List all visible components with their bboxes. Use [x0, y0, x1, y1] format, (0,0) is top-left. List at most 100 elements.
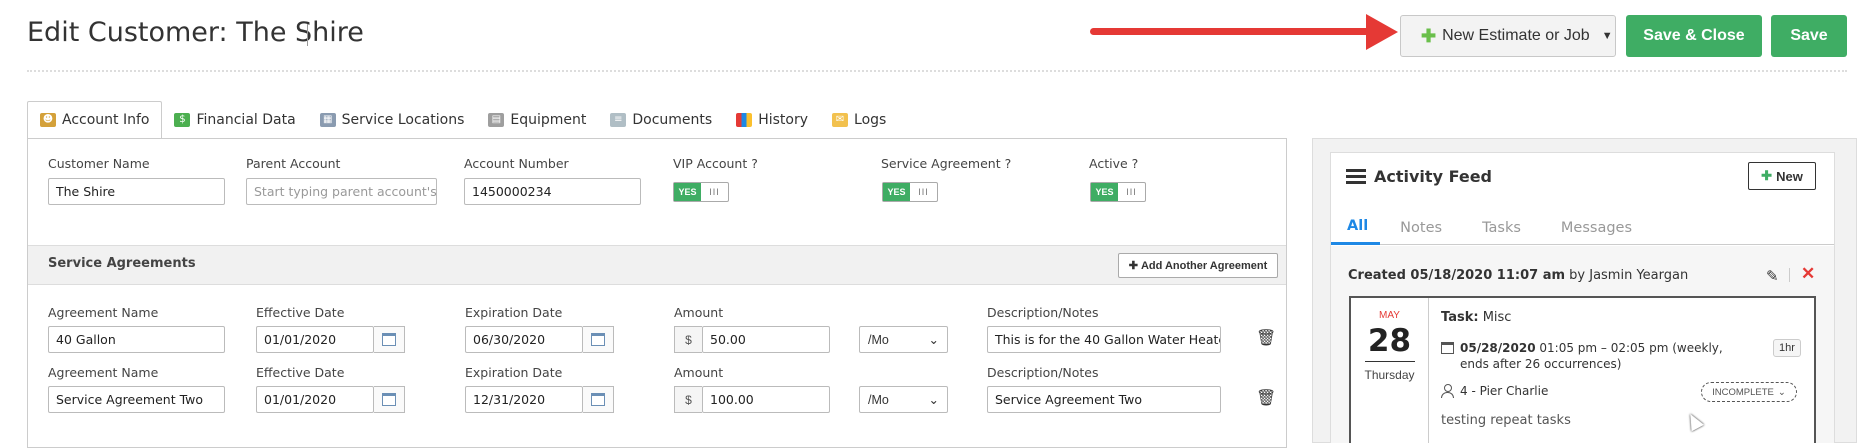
period-value: /Mo	[868, 392, 889, 407]
description-label: Description/Notes	[987, 365, 1099, 380]
calendar-button[interactable]	[583, 326, 614, 353]
calendar-button[interactable]	[374, 326, 405, 353]
task-type: Misc	[1482, 310, 1512, 325]
expiration-date-input[interactable]: 12/31/2020	[465, 386, 583, 413]
effective-date-input[interactable]: 01/01/2020	[256, 386, 374, 413]
task-month: MAY	[1379, 310, 1400, 321]
calendar-icon	[591, 393, 605, 406]
pencil-icon[interactable]: ✎	[1766, 267, 1779, 285]
service-agreements-header	[28, 245, 1286, 285]
calendar-icon	[382, 393, 396, 406]
toggle-knob: III	[1126, 187, 1137, 197]
description-label: Description/Notes	[987, 305, 1099, 320]
task-type-line: Task: Misc	[1441, 310, 1511, 325]
tab-documents[interactable]: ≡ Documents	[598, 101, 724, 139]
money-icon: $	[174, 113, 191, 127]
tab-history[interactable]: History	[724, 101, 820, 139]
close-icon[interactable]: ✕	[1801, 264, 1815, 284]
tab-label: Logs	[854, 112, 887, 128]
task-label: Task:	[1441, 310, 1479, 325]
annotation-arrow-shaft	[1090, 28, 1380, 35]
calendar-button[interactable]	[583, 386, 614, 413]
calendar-icon	[1441, 342, 1454, 354]
effective-date-label: Effective Date	[256, 305, 345, 320]
tab-logs[interactable]: ✉ Logs	[820, 101, 898, 139]
task-description: testing repeat tasks	[1441, 413, 1571, 428]
header-divider	[27, 70, 1847, 72]
tab-financial-data[interactable]: $ Financial Data	[162, 101, 307, 139]
account-number-input[interactable]: 1450000234	[464, 178, 641, 205]
feed-tab-all[interactable]: All	[1331, 210, 1381, 245]
tab-equipment[interactable]: ▤ Equipment	[476, 101, 598, 139]
action-separator	[1789, 268, 1790, 282]
description-input[interactable]: This is for the 40 Gallon Water Heater E…	[987, 326, 1221, 353]
tab-account-info[interactable]: ☻ Account Info	[27, 101, 163, 139]
created-by: by Jasmin Yeargan	[1569, 268, 1689, 283]
schedule-date: 05/28/2020	[1460, 341, 1536, 355]
date-underline	[1364, 361, 1415, 362]
amount-label: Amount	[674, 365, 724, 380]
calendar-button[interactable]	[374, 386, 405, 413]
effective-date-input[interactable]: 01/01/2020	[256, 326, 374, 353]
assignee-name: 4 - Pier Charlie	[1460, 384, 1549, 398]
expiration-date-input[interactable]: 06/30/2020	[465, 326, 583, 353]
description-input[interactable]: Service Agreement Two	[987, 386, 1221, 413]
tab-service-locations[interactable]: ▦ Service Locations	[308, 101, 477, 139]
equipment-icon: ▤	[488, 113, 505, 127]
task-schedule: 05/28/2020 01:05 pm – 02:05 pm (weekly, …	[1441, 340, 1741, 372]
amount-input[interactable]: 100.00	[702, 386, 830, 413]
feed-tab-tasks[interactable]: Tasks	[1462, 210, 1541, 245]
trash-icon[interactable]: 🗑	[1256, 388, 1276, 408]
agreement-name-input[interactable]: 40 Gallon	[48, 326, 225, 353]
activity-feed-title: Activity Feed	[1346, 166, 1492, 187]
plus-icon: ✚	[1128, 260, 1138, 272]
add-agreement-button[interactable]: ✚ Add Another Agreement	[1118, 253, 1278, 278]
status-value: INCOMPLETE	[1712, 386, 1774, 398]
chevron-down-icon: ⌄	[1777, 386, 1786, 398]
service-agreement-toggle[interactable]: YES III	[882, 182, 938, 202]
parent-account-label: Parent Account	[246, 156, 341, 171]
period-select[interactable]: /Mo ⌄	[859, 386, 948, 413]
toggle-yes: YES	[883, 183, 910, 201]
save-button[interactable]: Save	[1771, 15, 1847, 57]
tab-label: Financial Data	[196, 112, 296, 128]
calendar-icon	[591, 333, 605, 346]
toggle-knob: III	[918, 187, 929, 197]
customer-name-input[interactable]: The Shire	[48, 178, 225, 205]
period-value: /Mo	[868, 332, 889, 347]
users-icon: ☻	[40, 113, 56, 127]
new-estimate-or-job-button[interactable]: ✚ New Estimate or Job ▼	[1400, 15, 1616, 57]
new-activity-button[interactable]: ✚ New	[1748, 162, 1816, 190]
feed-tab-notes[interactable]: Notes	[1380, 210, 1462, 245]
trash-icon[interactable]: 🗑	[1256, 328, 1276, 348]
tab-label: Service Locations	[341, 112, 465, 128]
history-icon	[736, 113, 753, 127]
activity-created-line: Created 05/18/2020 11:07 am by Jasmin Ye…	[1348, 268, 1688, 283]
customer-tabs: ☻ Account Info $ Financial Data ▦ Servic…	[27, 101, 898, 139]
plus-icon: ✚	[1761, 168, 1773, 183]
agreement-name-input[interactable]: Service Agreement Two	[48, 386, 225, 413]
parent-account-input[interactable]: Start typing parent account's nam	[246, 178, 437, 205]
status-dropdown[interactable]: INCOMPLETE ⌄	[1701, 382, 1797, 402]
amount-input[interactable]: 50.00	[702, 326, 830, 353]
period-select[interactable]: /Mo ⌄	[859, 326, 948, 353]
save-close-button[interactable]: Save & Close	[1626, 15, 1762, 57]
effective-date-label: Effective Date	[256, 365, 345, 380]
new-label: New	[1776, 168, 1803, 184]
feed-tab-messages[interactable]: Messages	[1541, 210, 1652, 245]
currency-addon: $	[674, 386, 702, 413]
agreement-name-label: Agreement Name	[48, 365, 159, 380]
vip-account-toggle[interactable]: YES III	[673, 182, 729, 202]
tab-label: Documents	[632, 112, 713, 128]
add-agreement-label: Add Another Agreement	[1140, 259, 1268, 272]
caret-down-icon: ▼	[1601, 30, 1613, 42]
toggle-yes: YES	[674, 183, 701, 201]
active-toggle[interactable]: YES III	[1090, 182, 1146, 202]
service-agreement-label: Service Agreement ?	[881, 156, 1012, 171]
service-agreements-title: Service Agreements	[48, 256, 196, 271]
list-icon	[1346, 166, 1366, 187]
tab-label: Account Info	[62, 112, 150, 128]
new-estimate-label: New Estimate or Job	[1442, 27, 1590, 44]
amount-label: Amount	[674, 305, 724, 320]
expiration-date-label: Expiration Date	[465, 305, 563, 320]
